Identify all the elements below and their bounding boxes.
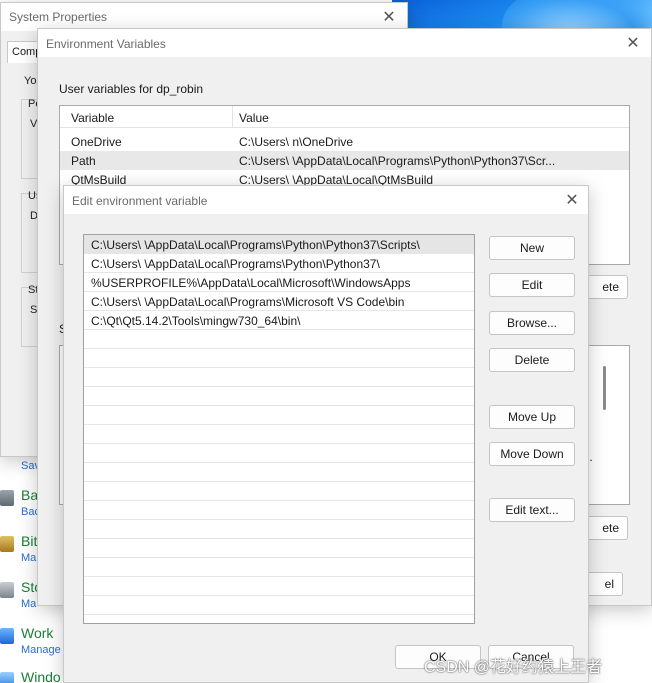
empty-row	[84, 444, 474, 463]
storage-icon	[0, 582, 14, 598]
path-entry: C:\Users\ \AppData\Local\Programs\Python…	[91, 238, 420, 252]
edit-button[interactable]: Edit	[489, 273, 575, 297]
empty-row	[84, 330, 474, 349]
window-title: System Properties	[9, 10, 108, 24]
cp-item-work-folders[interactable]: Work Manage	[0, 624, 70, 664]
empty-row	[84, 501, 474, 520]
list-item[interactable]: C:\Users\ \AppData\Local\Programs\Python…	[84, 254, 474, 273]
delete-button[interactable]: Delete	[489, 348, 575, 372]
empty-row	[84, 368, 474, 387]
empty-row	[84, 349, 474, 368]
list-scrollbar[interactable]	[603, 366, 606, 410]
column-header-value[interactable]: Value	[239, 111, 269, 125]
table-row[interactable]: OneDrive C:\Users\ n\OneDrive	[60, 132, 629, 151]
backup-icon	[0, 490, 14, 506]
path-entry: C:\Users\ \AppData\Local\Programs\Python…	[91, 257, 380, 271]
empty-row	[84, 558, 474, 577]
cp-item-title: Work	[21, 625, 54, 641]
edit-titlebar: Edit environment variable ✕	[64, 186, 588, 214]
list-item[interactable]: C:\Users\ \AppData\Local\Programs\Python…	[84, 235, 474, 254]
cp-item-sub: Ma	[21, 598, 37, 610]
empty-row	[84, 520, 474, 539]
path-entries-list[interactable]: C:\Users\ \AppData\Local\Programs\Python…	[83, 234, 475, 624]
close-icon[interactable]: ✕	[558, 186, 586, 214]
empty-row	[84, 482, 474, 501]
empty-row	[84, 425, 474, 444]
empty-row	[84, 539, 474, 558]
sys-text-fragment: Yo	[24, 75, 37, 87]
path-entry: C:\Qt\Qt5.14.2\Tools\mingw730_64\bin\	[91, 314, 301, 328]
variable-value: C:\Users\ n\OneDrive	[239, 135, 354, 149]
new-button[interactable]: New	[489, 236, 575, 260]
variable-value: C:\Users\ \AppData\Local\Programs\Python…	[239, 154, 556, 168]
path-entry: %USERPROFILE%\AppData\Local\Microsoft\Wi…	[91, 276, 411, 290]
empty-row	[84, 596, 474, 615]
env-titlebar: Environment Variables ✕	[38, 29, 651, 57]
window-title: Edit environment variable	[72, 194, 208, 208]
watermark-text: CSDN @花好约猿上王者	[424, 659, 603, 676]
variable-name: Path	[71, 154, 96, 168]
move-down-button[interactable]: Move Down	[489, 442, 575, 466]
empty-row	[84, 463, 474, 482]
list-item[interactable]: C:\Users\ \AppData\Local\Programs\Micros…	[84, 292, 474, 311]
work-folders-icon	[0, 628, 14, 644]
close-icon[interactable]: ✕	[375, 3, 403, 31]
move-up-button[interactable]: Move Up	[489, 405, 575, 429]
list-item[interactable]: %USERPROFILE%\AppData\Local\Microsoft\Wi…	[84, 273, 474, 292]
variable-name: OneDrive	[71, 135, 122, 149]
edit-environment-variable-dialog: Edit environment variable ✕ C:\Users\ \A…	[63, 185, 589, 683]
close-icon[interactable]: ✕	[619, 29, 647, 57]
windows-icon	[0, 672, 14, 683]
list-header: Variable Value	[60, 106, 629, 128]
cp-item-title: Bit	[21, 533, 38, 549]
edit-text-button[interactable]: Edit text...	[489, 498, 575, 522]
column-divider[interactable]	[232, 106, 233, 128]
list-item[interactable]: C:\Qt\Qt5.14.2\Tools\mingw730_64\bin\	[84, 311, 474, 330]
column-header-variable[interactable]: Variable	[71, 111, 114, 125]
system-properties-titlebar: System Properties ✕	[1, 3, 407, 31]
window-title: Environment Variables	[46, 37, 166, 51]
empty-row	[84, 406, 474, 425]
cp-item-sub: Manage	[21, 644, 61, 656]
browse-button[interactable]: Browse...	[489, 311, 575, 335]
bitlocker-icon	[0, 536, 14, 552]
empty-row	[84, 387, 474, 406]
cp-item-title: Ba	[21, 487, 39, 503]
cp-item-title: Windo	[21, 669, 61, 683]
cp-item-sub: Ma	[21, 552, 37, 564]
empty-row	[84, 577, 474, 596]
table-row[interactable]: Path C:\Users\ \AppData\Local\Programs\P…	[60, 151, 629, 170]
path-entry: C:\Users\ \AppData\Local\Programs\Micros…	[91, 295, 405, 309]
cp-item-windows[interactable]: Windo	[0, 668, 70, 683]
user-variables-label: User variables for dp_robin	[59, 82, 204, 96]
